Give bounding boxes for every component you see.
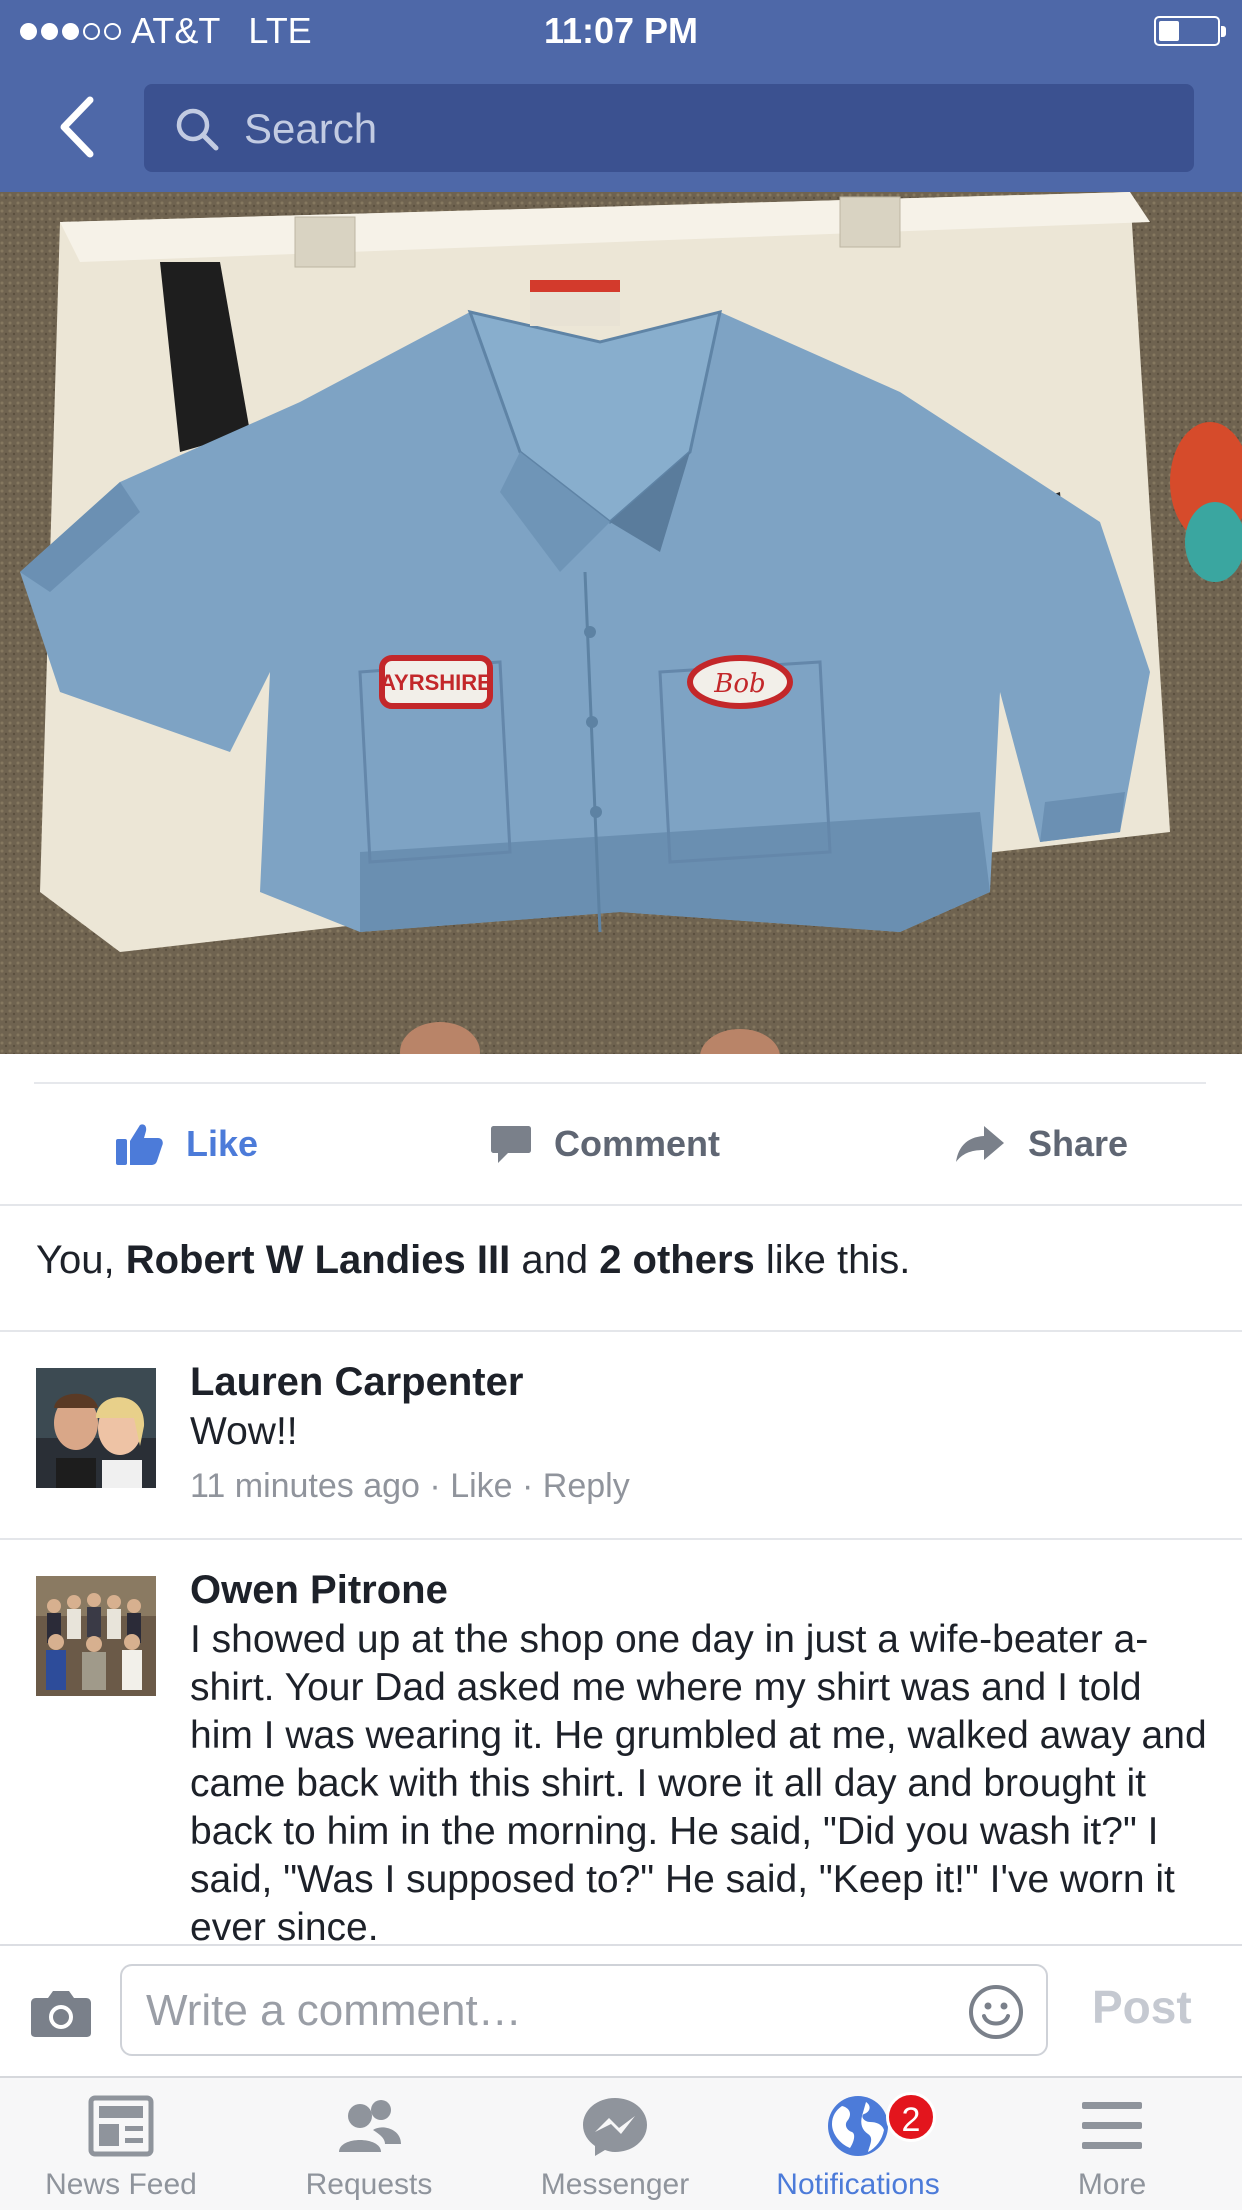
post-action-bar: Like Comment Share bbox=[0, 1084, 1242, 1204]
messenger-icon bbox=[583, 2098, 647, 2156]
avatar[interactable] bbox=[36, 1576, 156, 1696]
tab-label: Notifications bbox=[776, 2168, 940, 2201]
divider bbox=[0, 1204, 1242, 1206]
comment-text: Wow!! bbox=[190, 1410, 298, 1453]
share-arrow-icon bbox=[956, 1126, 1004, 1162]
tab-news-feed[interactable]: News Feed bbox=[0, 2078, 242, 2210]
likes-middle: and bbox=[510, 1238, 600, 1282]
comment-input[interactable] bbox=[144, 1982, 948, 2040]
comment-button[interactable]: Comment bbox=[490, 1084, 720, 1204]
friend-requests-icon bbox=[339, 2100, 401, 2152]
search-input[interactable] bbox=[242, 98, 1146, 160]
tab-label: More bbox=[1077, 2168, 1147, 2201]
comment-text: I showed up at the shop one day in just … bbox=[190, 1618, 1207, 1944]
battery-icon bbox=[1154, 16, 1226, 46]
comment-field[interactable] bbox=[120, 1964, 1048, 2056]
likes-suffix: like this. bbox=[754, 1238, 911, 1282]
liker-name[interactable]: Robert W Landies III bbox=[126, 1238, 510, 1282]
thumbs-up-icon bbox=[116, 1124, 163, 1165]
meta-separator: · bbox=[419, 1467, 451, 1505]
search-bar[interactable] bbox=[144, 84, 1194, 172]
comment-composer: Post bbox=[0, 1944, 1242, 2078]
tab-label: News Feed bbox=[45, 2168, 197, 2201]
comment-bubble-icon bbox=[491, 1126, 531, 1163]
status-bar: AT&T LTE 11:07 PM bbox=[0, 0, 1242, 62]
globe-icon bbox=[828, 2096, 888, 2156]
commenter-name[interactable]: Lauren Carpenter bbox=[190, 1356, 1212, 1408]
avatar[interactable] bbox=[36, 1368, 156, 1488]
status-time: 11:07 PM bbox=[543, 10, 699, 51]
comment-time: 11 minutes ago bbox=[190, 1467, 420, 1505]
comment-reply-link[interactable]: Reply bbox=[543, 1467, 630, 1505]
notification-badge: 2 bbox=[886, 2092, 936, 2142]
tab-label: Requests bbox=[305, 2168, 433, 2201]
tab-messenger[interactable]: Messenger bbox=[494, 2078, 736, 2210]
tab-label: Messenger bbox=[540, 2168, 690, 2201]
menu-icon bbox=[1082, 2102, 1142, 2149]
patch-right-text: Bob bbox=[713, 669, 765, 699]
share-button[interactable]: Share bbox=[954, 1084, 1128, 1204]
tab-more[interactable]: More bbox=[994, 2078, 1230, 2210]
likes-others-link[interactable]: 2 others bbox=[599, 1238, 755, 1282]
likes-prefix: You, bbox=[36, 1238, 126, 1282]
likes-summary[interactable]: You, Robert W Landies III and 2 others l… bbox=[36, 1238, 910, 1283]
chevron-left-icon[interactable] bbox=[54, 92, 110, 162]
commenter-name[interactable]: Owen Pitrone bbox=[190, 1564, 1212, 1616]
top-nav-bar bbox=[0, 62, 1242, 192]
meta-separator: · bbox=[512, 1467, 543, 1505]
comment-item: Owen Pitrone I showed up at the shop one… bbox=[0, 1540, 1242, 1944]
emoji-icon[interactable] bbox=[968, 1984, 1024, 2040]
post-button[interactable]: Post bbox=[1092, 1980, 1192, 2034]
share-label: Share bbox=[1028, 1123, 1129, 1164]
like-button[interactable]: Like bbox=[114, 1084, 258, 1204]
shirt-photo-image: AYRSHIRE Bob bbox=[0, 192, 1242, 1054]
search-icon bbox=[176, 108, 219, 151]
comment-like-link[interactable]: Like bbox=[450, 1467, 512, 1505]
post-photo[interactable]: AYRSHIRE Bob bbox=[0, 192, 1242, 1054]
tab-requests[interactable]: Requests bbox=[248, 2078, 490, 2210]
tab-notifications[interactable]: 2 Notifications bbox=[740, 2078, 976, 2210]
comment-item: Lauren Carpenter Wow!! 11 minutes ago · … bbox=[0, 1332, 1242, 1538]
news-feed-icon bbox=[88, 2095, 154, 2157]
bottom-tab-bar: News Feed Requests Messenger 2 Notificat… bbox=[0, 2076, 1242, 2210]
patch-left-text: AYRSHIRE bbox=[380, 670, 492, 695]
like-label: Like bbox=[186, 1123, 259, 1164]
comment-meta: 11 minutes ago · Like · Reply bbox=[190, 1460, 1212, 1512]
comment-label: Comment bbox=[554, 1123, 721, 1164]
camera-icon[interactable] bbox=[30, 1988, 92, 2038]
